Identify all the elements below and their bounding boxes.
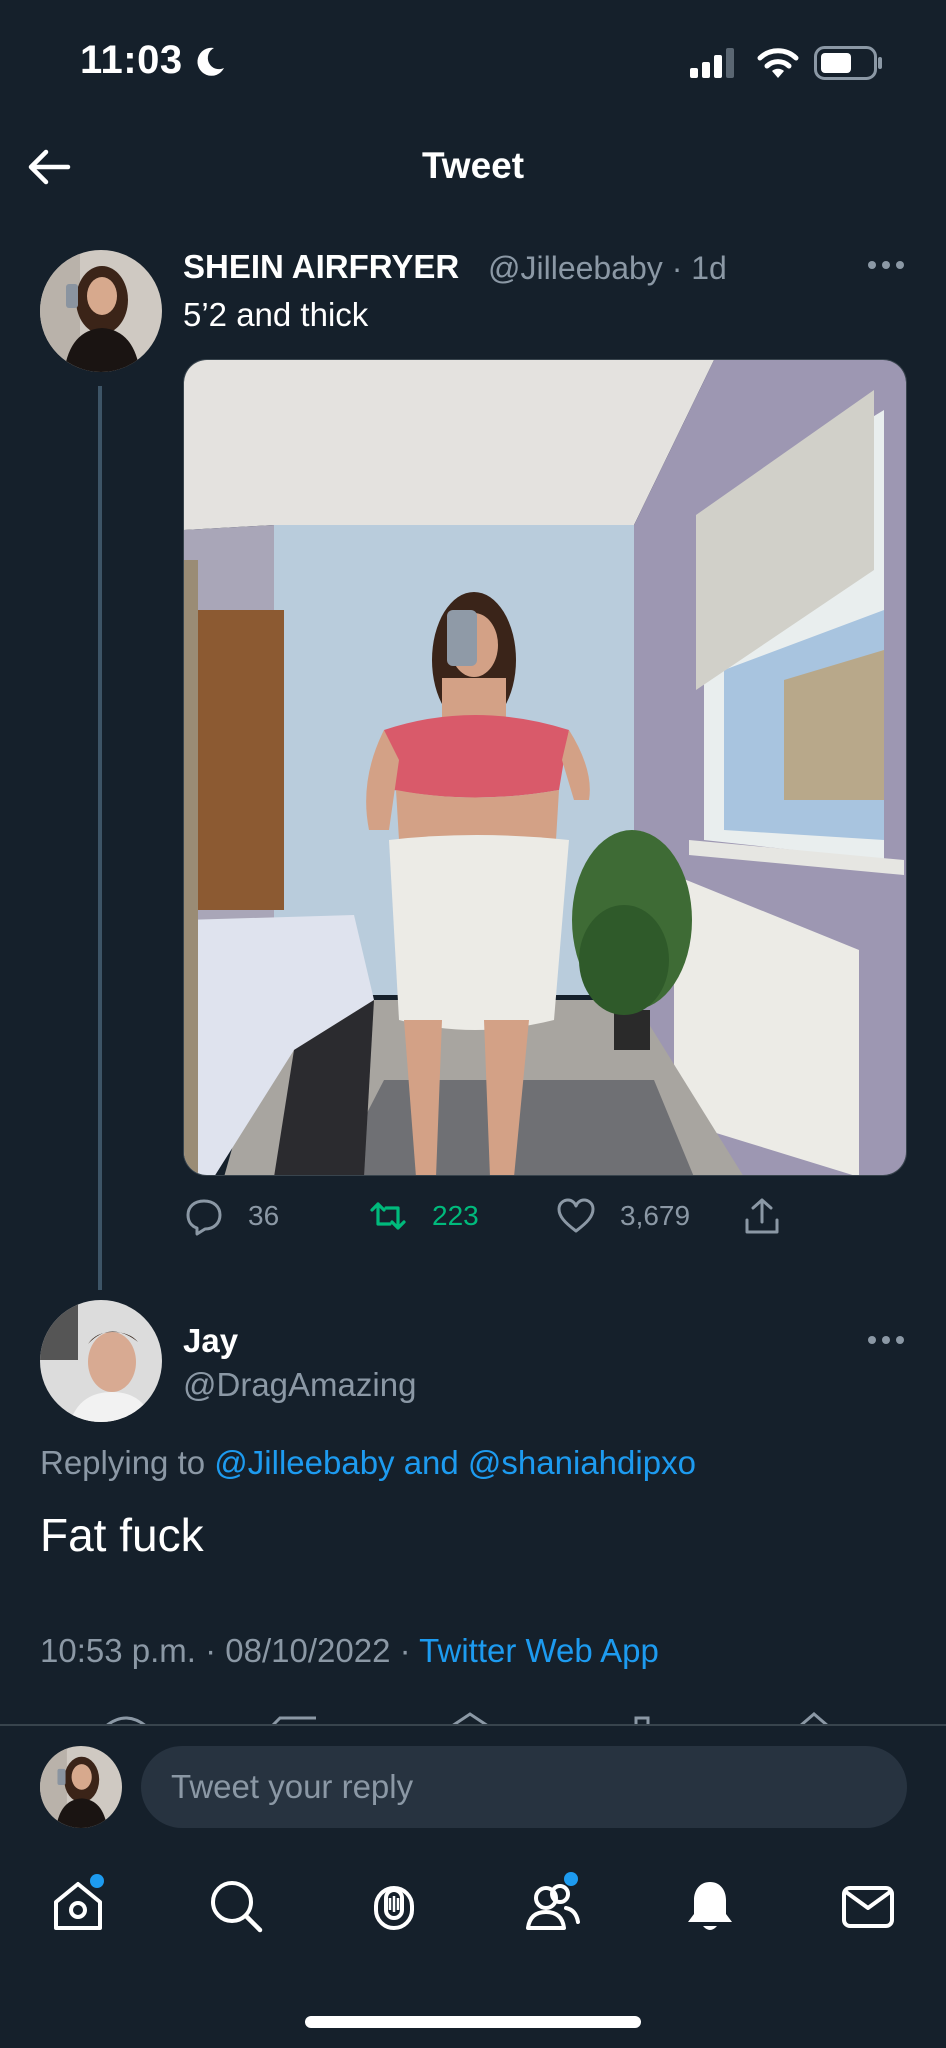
more-options-icon[interactable] — [866, 258, 906, 272]
tweet-source-link[interactable]: Twitter Web App — [419, 1632, 659, 1669]
like-count: 3,679 — [620, 1200, 691, 1231]
reply-author-avatar[interactable] — [40, 1300, 162, 1422]
status-time: 11:03 — [80, 38, 183, 82]
nav-search[interactable] — [206, 1876, 266, 1936]
reply-action-bar-partial — [105, 1712, 829, 1726]
retweet-button[interactable]: 223 — [368, 1196, 479, 1236]
more-options-icon[interactable] — [866, 1333, 906, 1347]
retweet-icon — [370, 1202, 406, 1230]
author-name[interactable]: SHEIN AIRFRYER — [183, 248, 459, 286]
author-avatar[interactable] — [40, 250, 162, 372]
communities-notification-dot — [564, 1872, 578, 1886]
heart-icon — [557, 1198, 595, 1233]
replying-to: Replying to @Jilleebaby and @shaniahdipx… — [40, 1444, 696, 1482]
nav-home[interactable] — [48, 1874, 108, 1936]
reply-input[interactable] — [141, 1746, 907, 1828]
reply-text: Fat fuck — [40, 1509, 204, 1561]
tweet-photo[interactable] — [183, 359, 907, 1176]
reply-icon — [186, 1199, 222, 1236]
share-button[interactable] — [742, 1196, 806, 1236]
reply-count: 36 — [248, 1200, 280, 1231]
moon-icon — [197, 47, 224, 76]
reply-button[interactable]: 36 — [184, 1196, 279, 1236]
mail-icon — [842, 1886, 894, 1928]
tweet-text: 5’2 and thick — [183, 296, 369, 333]
reply-author-handle[interactable]: @DragAmazing — [183, 1366, 416, 1404]
share-icon — [745, 1198, 779, 1234]
current-user-avatar[interactable] — [40, 1746, 122, 1828]
home-notification-dot — [90, 1874, 104, 1888]
cellular-signal-icon — [690, 48, 734, 78]
page-title: Tweet — [421, 145, 525, 186]
nav-spaces[interactable] — [364, 1876, 424, 1936]
thread-line — [98, 386, 102, 1290]
nav-messages[interactable] — [838, 1876, 898, 1936]
like-button[interactable]: 3,679 — [556, 1196, 690, 1236]
nav-communities[interactable] — [522, 1872, 582, 1936]
home-indicator[interactable] — [305, 2016, 641, 2028]
tweet-timestamp-row: 10:53 p.m. · 08/10/2022 · Twitter Web Ap… — [40, 1632, 659, 1670]
spaces-icon — [374, 1886, 414, 1930]
retweet-count: 223 — [432, 1200, 479, 1231]
tweet-age: · 1d — [671, 250, 727, 286]
author-meta[interactable]: @Jilleebaby · 1d — [488, 250, 727, 287]
wifi-icon — [757, 48, 799, 78]
search-icon — [211, 1881, 263, 1933]
author-handle[interactable]: @Jilleebaby — [488, 250, 663, 286]
nav-notifications[interactable] — [680, 1876, 740, 1936]
tweet-timestamp: 10:53 p.m. · 08/10/2022 · — [40, 1632, 411, 1669]
battery-icon — [814, 46, 882, 80]
composer-divider — [0, 1724, 946, 1726]
replying-to-prefix: Replying to — [40, 1444, 206, 1481]
reply-author-name[interactable]: Jay — [183, 1322, 238, 1360]
replying-to-users-link[interactable]: @Jilleebaby and @shaniahdipxo — [214, 1444, 696, 1481]
bell-icon — [688, 1882, 732, 1930]
